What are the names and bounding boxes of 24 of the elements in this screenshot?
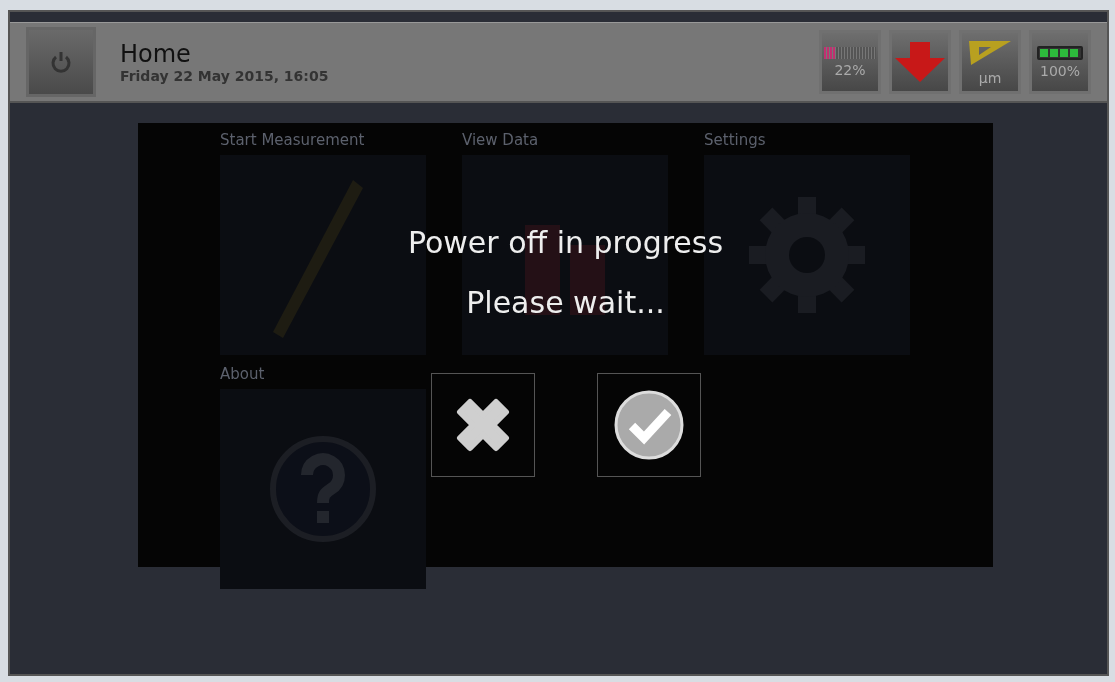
- status-reading: µm: [978, 69, 1002, 86]
- down-arrow-icon: [895, 42, 945, 82]
- status-indicator[interactable]: [889, 30, 951, 94]
- tile-label: View Data: [462, 131, 540, 149]
- status-indicator[interactable]: 22%: [819, 30, 881, 94]
- status-reading: 22%: [834, 61, 866, 78]
- battery-icon: [1037, 45, 1083, 60]
- help-icon: [267, 433, 379, 545]
- page-title: Home: [120, 40, 192, 68]
- power-icon: [51, 51, 71, 73]
- tile-label: Start Measurement: [220, 131, 366, 149]
- cancel-button[interactable]: [430, 373, 535, 477]
- status-reading: 100%: [1040, 62, 1080, 79]
- status-indicator[interactable]: 100%: [1029, 30, 1091, 94]
- checkmark-icon: [613, 390, 684, 460]
- dialog-message: Please wait...: [466, 284, 665, 322]
- date-time: Friday 22 May 2015, 16:05: [120, 68, 330, 84]
- status-indicator[interactable]: µm: [959, 30, 1021, 94]
- dialog-message: Power off in progress: [407, 224, 724, 262]
- menu-tile[interactable]: [220, 389, 426, 589]
- tile-label: Settings: [704, 131, 767, 149]
- confirm-button[interactable]: [596, 373, 701, 477]
- power-button[interactable]: [26, 27, 96, 97]
- tile-label: About: [220, 365, 266, 383]
